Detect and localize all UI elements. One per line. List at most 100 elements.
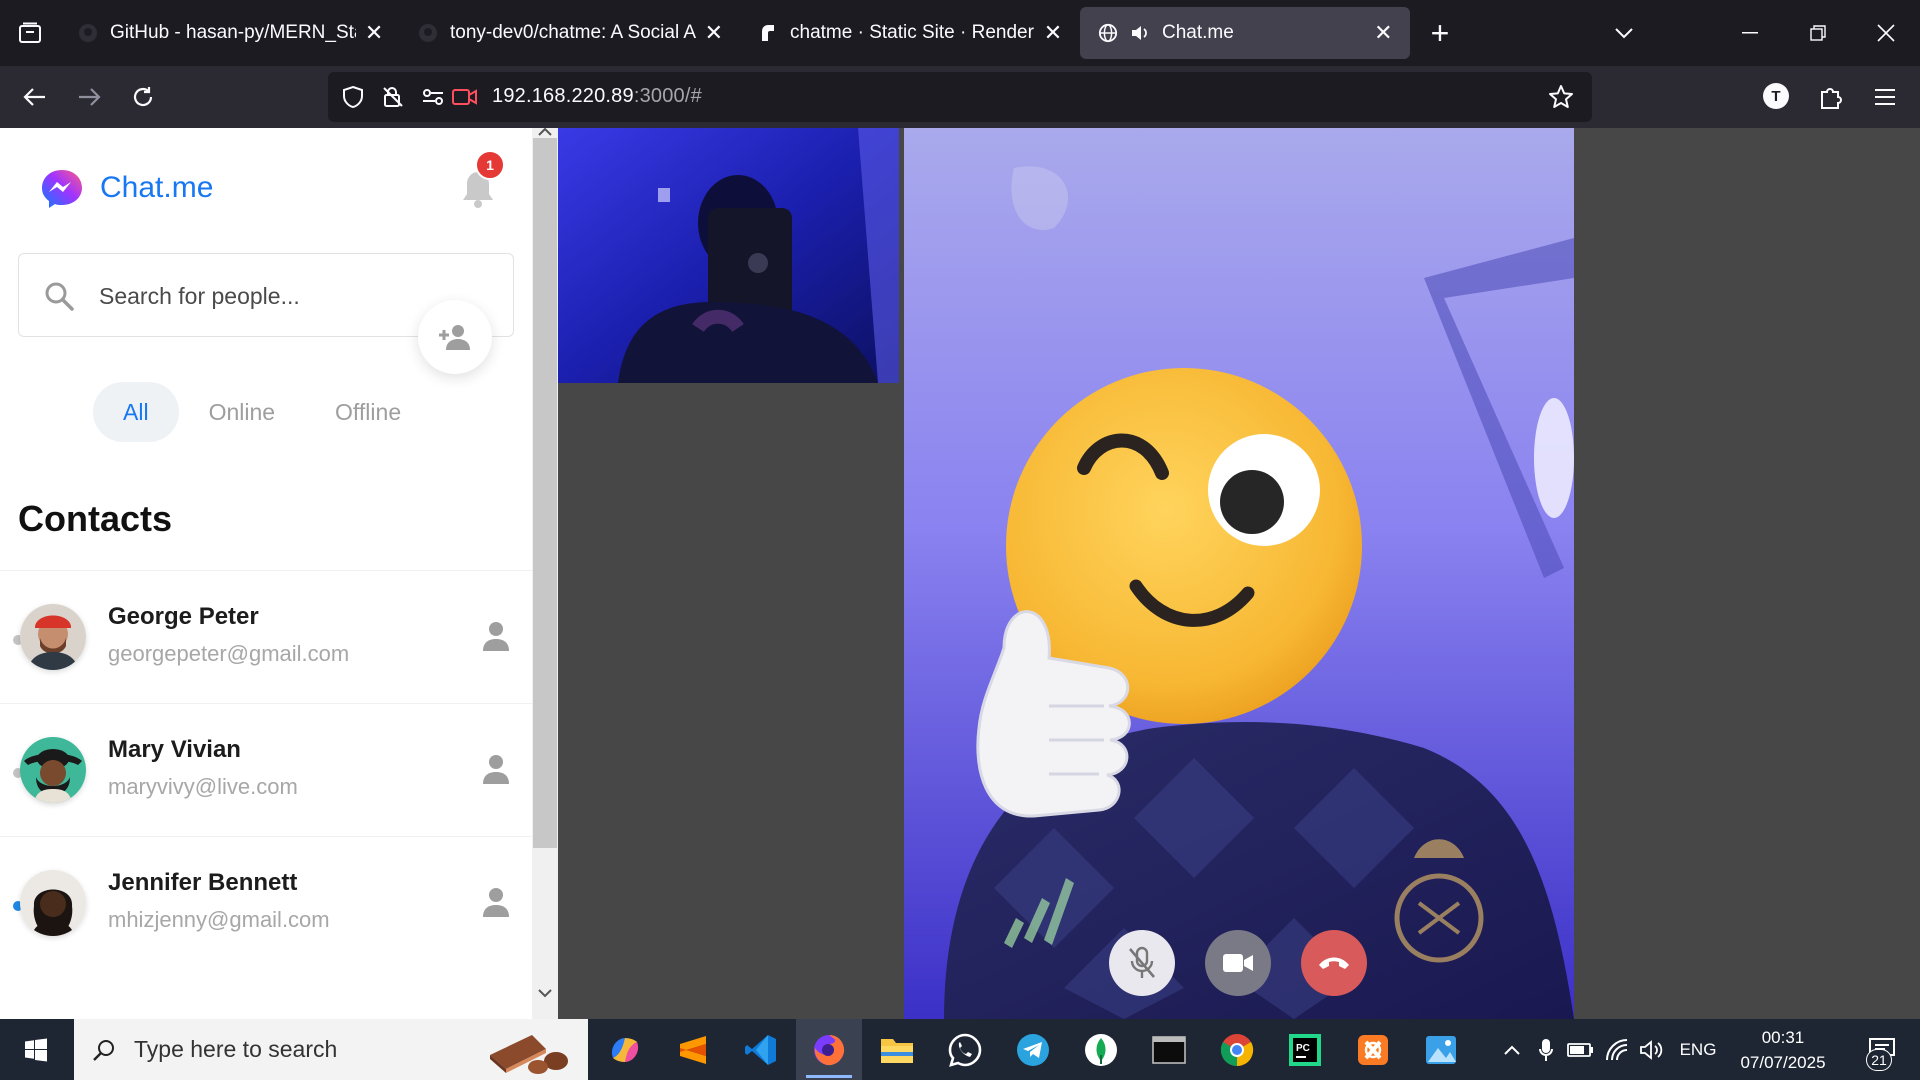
taskbar-app-photos[interactable] xyxy=(1408,1019,1474,1080)
close-tab-icon[interactable]: ✕ xyxy=(1373,20,1394,45)
search-icon xyxy=(93,1039,114,1061)
address-bar[interactable]: 192.168.220.89:3000/# xyxy=(328,72,1592,122)
restore-icon xyxy=(1810,25,1826,41)
local-video xyxy=(558,128,899,383)
input-language-indicator[interactable]: ENG xyxy=(1676,1019,1720,1080)
toggle-camera-button[interactable] xyxy=(1205,930,1271,996)
shield-icon[interactable] xyxy=(340,85,366,109)
brand[interactable]: Chat.me xyxy=(40,168,213,208)
new-tab-button[interactable]: + xyxy=(1410,7,1470,59)
close-tab-icon[interactable]: ✕ xyxy=(704,20,724,45)
forward-button[interactable] xyxy=(66,74,112,120)
taskbar-search[interactable]: Type here to search xyxy=(74,1019,588,1080)
back-button[interactable] xyxy=(12,74,58,120)
chevron-up-icon xyxy=(1504,1045,1520,1055)
browser-tab-strip: GitHub - hasan-py/MERN_Stack ✕ tony-dev0… xyxy=(0,0,1920,66)
photos-icon xyxy=(1426,1035,1456,1064)
extensions-button[interactable] xyxy=(1808,74,1854,120)
battery-icon[interactable] xyxy=(1564,1019,1598,1080)
close-icon xyxy=(1877,24,1895,42)
app-menu-button[interactable] xyxy=(1862,74,1908,120)
xampp-icon xyxy=(1358,1034,1388,1065)
browser-tab-github-mern[interactable]: GitHub - hasan-py/MERN_Stack ✕ xyxy=(60,7,400,59)
person-icon[interactable] xyxy=(482,754,510,784)
end-call-button[interactable] xyxy=(1301,930,1367,996)
taskbar-app-telegram[interactable] xyxy=(1000,1019,1066,1080)
close-tab-icon[interactable]: ✕ xyxy=(364,20,384,45)
terminal-icon xyxy=(1152,1035,1186,1064)
reload-button[interactable] xyxy=(120,74,166,120)
taskbar-search-placeholder: Type here to search xyxy=(134,1036,338,1062)
start-button[interactable] xyxy=(0,1019,72,1080)
scrollbar-thumb[interactable] xyxy=(533,138,557,848)
scroll-down-arrow-icon[interactable] xyxy=(537,987,553,1001)
taskbar-app-chrome[interactable] xyxy=(1204,1019,1270,1080)
permissions-icon[interactable] xyxy=(420,85,446,109)
taskbar-app-xampp[interactable] xyxy=(1340,1019,1406,1080)
tab-title: tony-dev0/chatme: A Social App xyxy=(450,22,696,43)
tab-list-button[interactable] xyxy=(0,0,60,66)
taskbar-app-firefox[interactable] xyxy=(796,1019,862,1080)
taskbar-app-sublime-text[interactable] xyxy=(660,1019,726,1080)
brand-name: Chat.me xyxy=(100,171,214,204)
screen: GitHub - hasan-py/MERN_Stack ✕ tony-dev0… xyxy=(0,0,1920,1080)
contact-email: maryvivy@live.com xyxy=(108,774,298,799)
show-hidden-icons-button[interactable] xyxy=(1496,1019,1528,1080)
camera-in-use-icon[interactable] xyxy=(452,85,478,109)
url-text: 192.168.220.89:3000/# xyxy=(492,85,702,108)
contact-name: Jennifer Bennett xyxy=(108,869,298,896)
contact-item[interactable]: George Peter georgepeter@gmail.com xyxy=(0,570,532,703)
contact-item[interactable]: Jennifer Bennett mhizjenny@gmail.com xyxy=(0,836,532,969)
speaker-playing-icon[interactable] xyxy=(1130,23,1150,43)
filter-offline[interactable]: Offline xyxy=(305,382,431,442)
sublime-text-icon xyxy=(680,1035,706,1064)
messenger-logo-icon xyxy=(42,170,82,208)
lock-insecure-icon[interactable] xyxy=(380,85,406,109)
list-all-tabs-button[interactable] xyxy=(1600,0,1648,66)
avatar xyxy=(20,737,86,803)
avatar xyxy=(20,604,86,670)
taskbar-app-file-explorer[interactable] xyxy=(864,1019,930,1080)
globe-icon xyxy=(1098,23,1118,43)
mongodb-leaf-icon xyxy=(1085,1033,1117,1066)
person-icon[interactable] xyxy=(482,621,510,651)
bookmark-star-icon[interactable] xyxy=(1548,85,1574,109)
contact-list: George Peter georgepeter@gmail.com Mary … xyxy=(0,570,532,969)
add-contact-button[interactable] xyxy=(418,300,492,374)
search-input[interactable] xyxy=(99,276,459,316)
minimize-icon xyxy=(1742,32,1758,34)
wifi-icon[interactable] xyxy=(1602,1019,1634,1080)
restore-button[interactable] xyxy=(1784,0,1852,66)
scroll-up-arrow-icon[interactable] xyxy=(537,128,553,138)
volume-icon[interactable] xyxy=(1636,1019,1668,1080)
taskbar-app-copilot[interactable] xyxy=(592,1019,658,1080)
browser-tab-github-chatme[interactable]: tony-dev0/chatme: A Social App ✕ xyxy=(400,7,740,59)
browser-tab-render[interactable]: chatme · Static Site · Render ✕ xyxy=(740,7,1080,59)
clock-date: 07/07/2025 xyxy=(1740,1053,1826,1072)
taskbar-app-terminal[interactable] xyxy=(1136,1019,1202,1080)
sidebar-scrollbar[interactable] xyxy=(532,128,558,1019)
system-clock[interactable]: 00:31 07/07/2025 xyxy=(1728,1025,1838,1075)
taskbar-app-mongodb-compass[interactable] xyxy=(1068,1019,1134,1080)
contact-item[interactable]: Mary Vivian maryvivy@live.com xyxy=(0,703,532,836)
taskbar-app-whatsapp[interactable] xyxy=(932,1019,998,1080)
browser-tab-chatme-active[interactable]: Chat.me ✕ xyxy=(1080,7,1410,59)
person-icon[interactable] xyxy=(482,887,510,917)
microphone-in-use-icon[interactable] xyxy=(1530,1019,1562,1080)
hamburger-menu-icon xyxy=(1875,89,1895,105)
url-path: :3000/# xyxy=(633,85,702,107)
clock-time: 00:31 xyxy=(1761,1028,1805,1047)
account-avatar[interactable]: T xyxy=(1763,83,1789,109)
search-highlight-art xyxy=(490,1035,568,1074)
window-controls xyxy=(1716,0,1920,66)
minimize-button[interactable] xyxy=(1716,0,1784,66)
filter-online[interactable]: Online xyxy=(179,382,305,442)
close-window-button[interactable] xyxy=(1852,0,1920,66)
mute-microphone-button[interactable] xyxy=(1109,930,1175,996)
filter-all[interactable]: All xyxy=(93,382,179,442)
taskbar-app-pycharm[interactable]: PC xyxy=(1272,1019,1338,1080)
copilot-icon xyxy=(611,1037,639,1062)
avatar xyxy=(20,870,86,936)
taskbar-app-vscode[interactable] xyxy=(728,1019,794,1080)
close-tab-icon[interactable]: ✕ xyxy=(1042,20,1064,45)
